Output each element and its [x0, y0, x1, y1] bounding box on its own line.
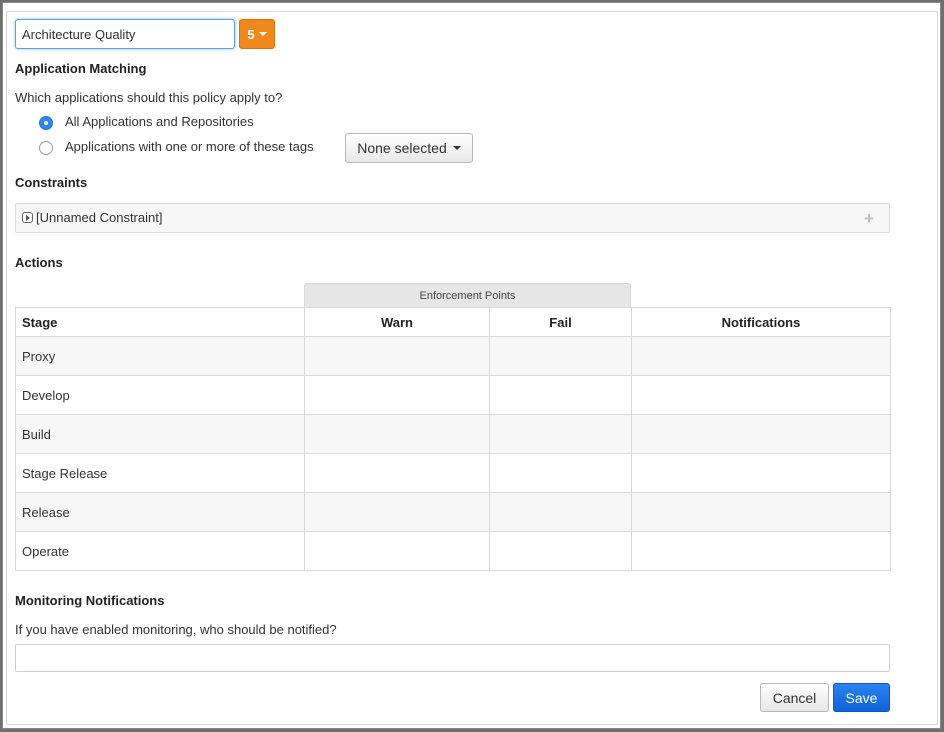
expand-arrow-icon[interactable]	[22, 212, 33, 223]
notifications-cell[interactable]	[631, 375, 891, 415]
monitoring-title: Monitoring Notifications	[15, 593, 165, 608]
table-row: Develop	[15, 375, 891, 415]
actions-title: Actions	[15, 255, 63, 270]
warn-cell[interactable]	[304, 492, 490, 532]
warn-cell[interactable]	[304, 453, 490, 493]
window-frame: 5 Application Matching Which application…	[2, 2, 941, 729]
policy-name-input[interactable]	[15, 19, 235, 49]
column-header-notifications: Notifications	[631, 307, 891, 337]
table-row: Proxy	[15, 336, 891, 376]
fail-cell[interactable]	[489, 531, 632, 571]
tags-select-dropdown[interactable]: None selected	[345, 133, 473, 163]
constraint-name[interactable]: [Unnamed Constraint]	[36, 210, 162, 225]
radio-all-applications[interactable]	[39, 116, 53, 130]
table-row: Operate	[15, 531, 891, 571]
application-matching-title: Application Matching	[15, 61, 147, 76]
stage-cell: Develop	[15, 375, 305, 415]
warn-cell[interactable]	[304, 414, 490, 454]
monitoring-recipients-input[interactable]	[15, 644, 890, 672]
table-row: Build	[15, 414, 891, 454]
constraint-item[interactable]: [Unnamed Constraint] +	[15, 203, 890, 233]
radio-tagged-applications-label[interactable]: Applications with one or more of these t…	[65, 139, 314, 154]
fail-cell[interactable]	[489, 336, 632, 376]
column-header-stage: Stage	[15, 307, 305, 337]
stage-cell: Operate	[15, 531, 305, 571]
constraints-title: Constraints	[15, 175, 88, 190]
table-row: Release	[15, 492, 891, 532]
warn-cell[interactable]	[304, 375, 490, 415]
enforcement-points-header: Enforcement Points	[304, 283, 631, 307]
threat-level-value: 5	[247, 26, 255, 42]
notifications-cell[interactable]	[631, 414, 891, 454]
cancel-button[interactable]: Cancel	[760, 683, 829, 712]
fail-cell[interactable]	[489, 492, 632, 532]
fail-cell[interactable]	[489, 375, 632, 415]
stage-cell: Proxy	[15, 336, 305, 376]
column-header-warn: Warn	[304, 307, 490, 337]
radio-all-applications-label[interactable]: All Applications and Repositories	[65, 114, 254, 129]
table-row: Stage Release	[15, 453, 891, 493]
add-constraint-button[interactable]: +	[854, 207, 884, 231]
radio-tagged-applications[interactable]	[39, 141, 53, 155]
notifications-cell[interactable]	[631, 492, 891, 532]
actions-table: Stage Warn Fail Notifications Proxy Deve…	[15, 307, 891, 571]
application-matching-question: Which applications should this policy ap…	[15, 90, 283, 105]
monitoring-question: If you have enabled monitoring, who shou…	[15, 622, 337, 637]
caret-down-icon	[258, 32, 267, 36]
warn-cell[interactable]	[304, 336, 490, 376]
fail-cell[interactable]	[489, 453, 632, 493]
notifications-cell[interactable]	[631, 531, 891, 571]
fail-cell[interactable]	[489, 414, 632, 454]
save-button[interactable]: Save	[833, 683, 890, 712]
stage-cell: Build	[15, 414, 305, 454]
stage-cell: Stage Release	[15, 453, 305, 493]
caret-down-icon	[452, 146, 461, 150]
column-header-fail: Fail	[489, 307, 632, 337]
threat-level-dropdown[interactable]: 5	[239, 19, 275, 49]
table-header-row: Stage Warn Fail Notifications	[15, 307, 891, 337]
plus-icon: +	[864, 209, 874, 228]
notifications-cell[interactable]	[631, 336, 891, 376]
stage-cell: Release	[15, 492, 305, 532]
notifications-cell[interactable]	[631, 453, 891, 493]
warn-cell[interactable]	[304, 531, 490, 571]
tags-select-label: None selected	[357, 140, 447, 156]
